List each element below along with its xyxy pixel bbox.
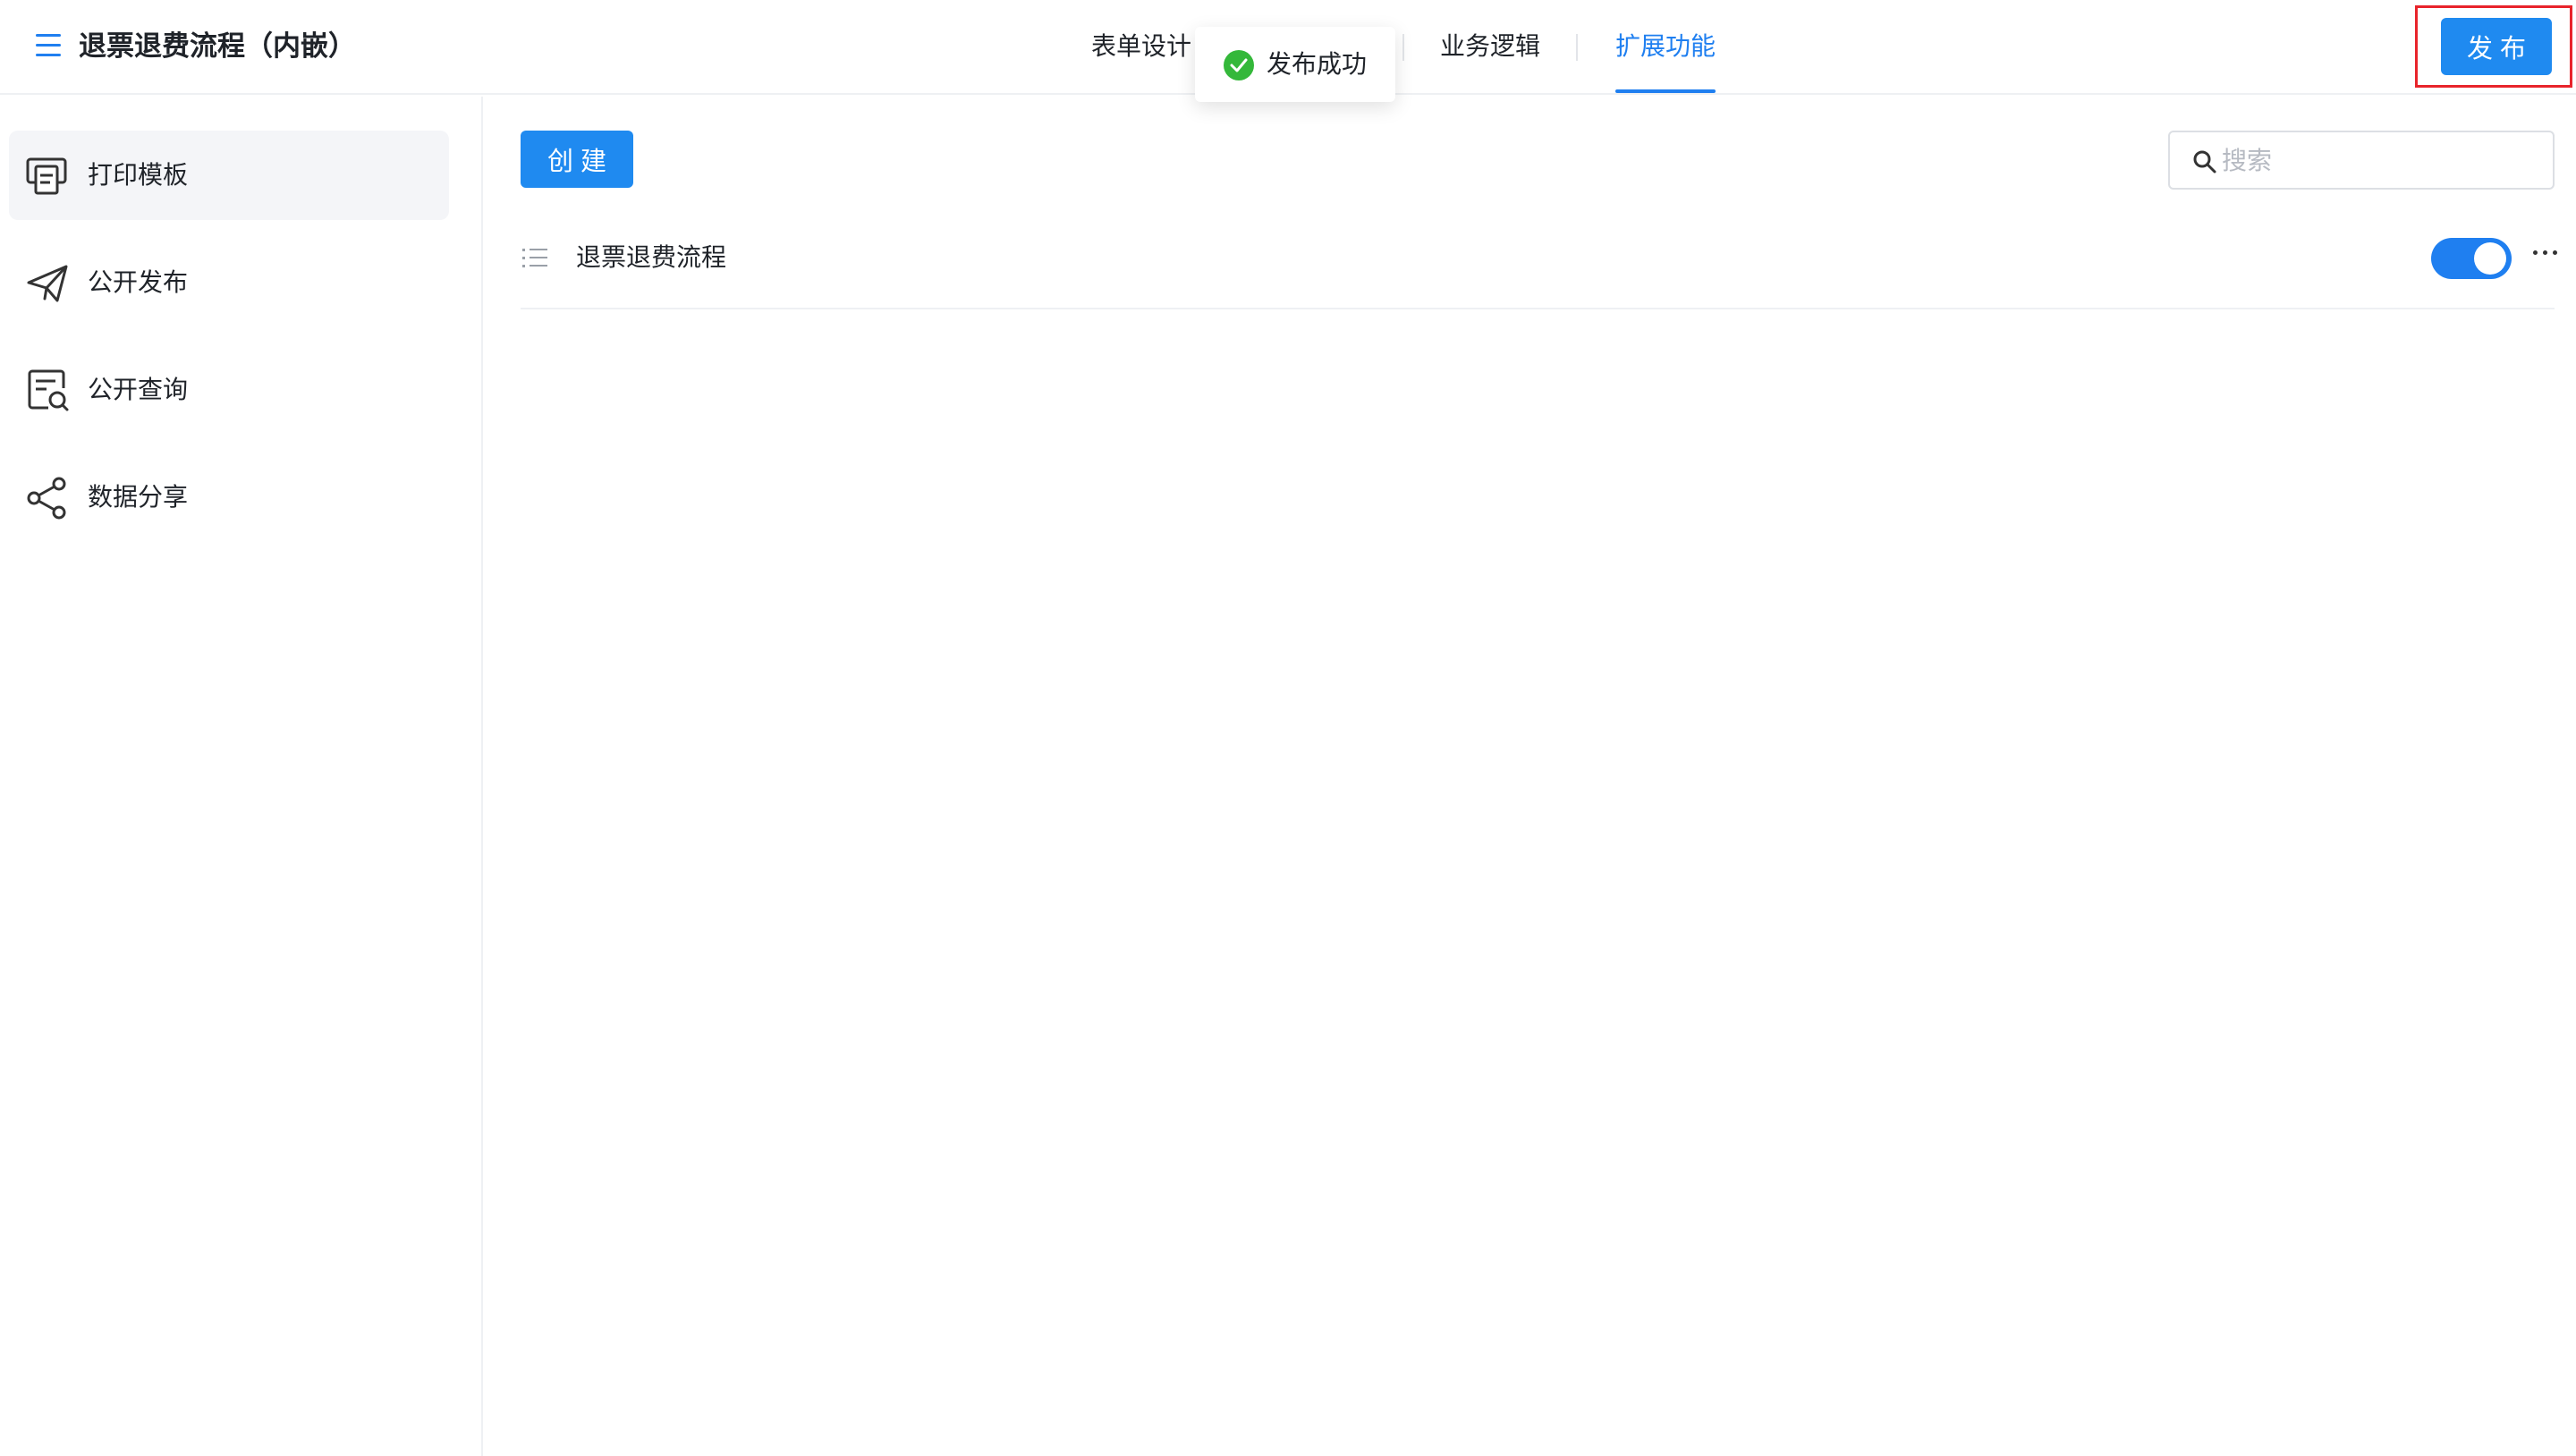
sidebar-item-public-publish[interactable]: 公开发布 [9,238,449,327]
check-circle-icon [1224,50,1254,80]
toast-message: 发布成功 [1267,49,1368,79]
paper-plane-icon [27,265,68,302]
tab-business-logic[interactable]: 业务逻辑 [1440,27,1540,66]
drag-handle-icon[interactable] [522,247,547,270]
sidebar-item-print-template[interactable]: 打印模板 [9,131,449,220]
search-icon [2193,150,2216,174]
toggle-knob [2474,242,2506,275]
tab-separator [1402,34,1404,61]
sidebar-item-label: 数据分享 [88,482,189,512]
tab-form-design[interactable]: 表单设计 [1091,27,1191,66]
share-icon [27,477,66,520]
sidebar: 打印模板 公开发布 公开查询 数据分享 [0,97,483,1456]
tab-separator [1576,34,1578,61]
search-box [2168,131,2555,190]
print-template-icon [26,157,67,195]
tab-extensions[interactable]: 扩展功能 [1615,27,1716,66]
sidebar-item-label: 公开查询 [88,375,189,404]
active-tab-indicator [1615,89,1716,93]
sidebar-item-public-query[interactable]: 公开查询 [9,345,449,435]
search-input[interactable] [2222,138,2544,182]
publish-button[interactable]: 发布 [2441,18,2552,75]
table-row: 退票退费流程 [521,220,2557,309]
sidebar-item-label: 公开发布 [88,267,189,297]
success-toast: 发布成功 [1195,27,1395,102]
form-search-icon [28,369,69,411]
more-options-icon[interactable] [2529,234,2562,270]
template-name: 退票退费流程 [576,242,727,272]
template-enable-toggle[interactable] [2431,238,2512,279]
sidebar-item-data-share[interactable]: 数据分享 [9,453,449,542]
sidebar-item-label: 打印模板 [88,160,189,190]
create-button[interactable]: 创建 [521,131,633,188]
